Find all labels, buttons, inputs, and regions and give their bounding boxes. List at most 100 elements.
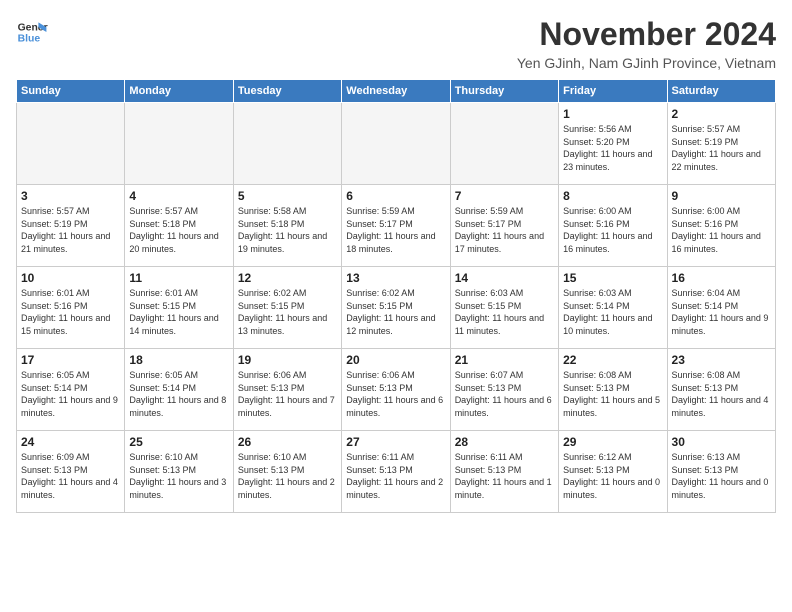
day-number: 30	[672, 435, 771, 449]
table-row: 18 Sunrise: 6:05 AM Sunset: 5:14 PM Dayli…	[125, 349, 233, 431]
day-info: Sunrise: 6:11 AM Sunset: 5:13 PM Dayligh…	[455, 451, 554, 501]
header-saturday: Saturday	[667, 80, 775, 103]
table-row	[450, 103, 558, 185]
table-row: 26Sunrise: 6:10 AM Sunset: 5:13 PM Dayli…	[233, 431, 341, 513]
header-wednesday: Wednesday	[342, 80, 450, 103]
day-info: Sunrise: 6:13 AM Sunset: 5:13 PM Dayligh…	[672, 451, 771, 501]
table-row: 30 Sunrise: 6:13 AM Sunset: 5:13 PM Dayli…	[667, 431, 775, 513]
table-row: 20 Sunrise: 6:06 AM Sunset: 5:13 PM Dayli…	[342, 349, 450, 431]
logo-icon: General Blue	[16, 16, 48, 48]
day-info: Sunrise: 6:08 AM Sunset: 5:13 PM Dayligh…	[563, 369, 662, 419]
table-row: 8Sunrise: 6:00 AM Sunset: 5:16 PM Daylig…	[559, 185, 667, 267]
table-row: 10 Sunrise: 6:01 AM Sunset: 5:16 PM Dayli…	[17, 267, 125, 349]
table-row: 25Sunrise: 6:10 AM Sunset: 5:13 PM Dayli…	[125, 431, 233, 513]
day-info: Sunrise: 6:03 AM Sunset: 5:15 PM Dayligh…	[455, 287, 554, 337]
day-number: 7	[455, 189, 554, 203]
day-number: 29	[563, 435, 662, 449]
header-friday: Friday	[559, 80, 667, 103]
table-row: 5 Sunrise: 5:58 AM Sunset: 5:18 PM Daylig…	[233, 185, 341, 267]
day-info: Sunrise: 5:59 AM Sunset: 5:17 PM Dayligh…	[455, 205, 554, 255]
day-info: Sunrise: 6:05 AM Sunset: 5:14 PM Dayligh…	[129, 369, 228, 419]
day-number: 28	[455, 435, 554, 449]
day-number: 5	[238, 189, 337, 203]
day-info: Sunrise: 6:07 AM Sunset: 5:13 PM Dayligh…	[455, 369, 554, 419]
day-number: 13	[346, 271, 445, 285]
day-number: 18	[129, 353, 228, 367]
day-info: Sunrise: 6:10 AM Sunset: 5:13 PM Dayligh…	[129, 451, 228, 501]
table-row: 7 Sunrise: 5:59 AM Sunset: 5:17 PM Daylig…	[450, 185, 558, 267]
day-info: Sunrise: 6:09 AM Sunset: 5:13 PM Dayligh…	[21, 451, 120, 501]
day-info: Sunrise: 6:02 AM Sunset: 5:15 PM Dayligh…	[238, 287, 337, 337]
day-info: Sunrise: 6:08 AM Sunset: 5:13 PM Dayligh…	[672, 369, 771, 419]
day-info: Sunrise: 6:01 AM Sunset: 5:15 PM Dayligh…	[129, 287, 228, 337]
table-row: 2 Sunrise: 5:57 AM Sunset: 5:19 PM Daylig…	[667, 103, 775, 185]
day-info: Sunrise: 6:11 AM Sunset: 5:13 PM Dayligh…	[346, 451, 445, 501]
page-header: General Blue November 2024 Yen GJinh, Na…	[16, 16, 776, 71]
svg-text:Blue: Blue	[18, 34, 41, 45]
day-number: 19	[238, 353, 337, 367]
table-row: 16Sunrise: 6:04 AM Sunset: 5:14 PM Dayli…	[667, 267, 775, 349]
day-info: Sunrise: 5:56 AM Sunset: 5:20 PM Dayligh…	[563, 123, 662, 173]
table-row	[233, 103, 341, 185]
day-number: 22	[563, 353, 662, 367]
day-number: 21	[455, 353, 554, 367]
week-row-5: 24Sunrise: 6:09 AM Sunset: 5:13 PM Dayli…	[17, 431, 776, 513]
day-info: Sunrise: 5:59 AM Sunset: 5:17 PM Dayligh…	[346, 205, 445, 255]
table-row: 13Sunrise: 6:02 AM Sunset: 5:15 PM Dayli…	[342, 267, 450, 349]
day-info: Sunrise: 5:57 AM Sunset: 5:19 PM Dayligh…	[21, 205, 120, 255]
day-info: Sunrise: 6:00 AM Sunset: 5:16 PM Dayligh…	[672, 205, 771, 255]
day-info: Sunrise: 6:06 AM Sunset: 5:13 PM Dayligh…	[346, 369, 445, 419]
day-number: 16	[672, 271, 771, 285]
day-info: Sunrise: 6:06 AM Sunset: 5:13 PM Dayligh…	[238, 369, 337, 419]
day-number: 27	[346, 435, 445, 449]
table-row: 23 Sunrise: 6:08 AM Sunset: 5:13 PM Dayli…	[667, 349, 775, 431]
table-row	[342, 103, 450, 185]
title-block: November 2024 Yen GJinh, Nam GJinh Provi…	[517, 16, 776, 71]
day-number: 3	[21, 189, 120, 203]
header-thursday: Thursday	[450, 80, 558, 103]
day-number: 20	[346, 353, 445, 367]
logo: General Blue	[16, 16, 48, 48]
table-row: 4 Sunrise: 5:57 AM Sunset: 5:18 PM Daylig…	[125, 185, 233, 267]
table-row: 12 Sunrise: 6:02 AM Sunset: 5:15 PM Dayli…	[233, 267, 341, 349]
weekday-header-row: Sunday Monday Tuesday Wednesday Thursday…	[17, 80, 776, 103]
day-number: 8	[563, 189, 662, 203]
table-row: 27 Sunrise: 6:11 AM Sunset: 5:13 PM Dayli…	[342, 431, 450, 513]
table-row: 22 Sunrise: 6:08 AM Sunset: 5:13 PM Dayli…	[559, 349, 667, 431]
day-info: Sunrise: 6:12 AM Sunset: 5:13 PM Dayligh…	[563, 451, 662, 501]
day-number: 12	[238, 271, 337, 285]
day-info: Sunrise: 6:03 AM Sunset: 5:14 PM Dayligh…	[563, 287, 662, 337]
day-info: Sunrise: 5:57 AM Sunset: 5:19 PM Dayligh…	[672, 123, 771, 173]
table-row: 28 Sunrise: 6:11 AM Sunset: 5:13 PM Dayli…	[450, 431, 558, 513]
day-number: 6	[346, 189, 445, 203]
day-info: Sunrise: 5:58 AM Sunset: 5:18 PM Dayligh…	[238, 205, 337, 255]
location-subtitle: Yen GJinh, Nam GJinh Province, Vietnam	[517, 55, 776, 71]
table-row: 29 Sunrise: 6:12 AM Sunset: 5:13 PM Dayli…	[559, 431, 667, 513]
day-info: Sunrise: 6:10 AM Sunset: 5:13 PM Dayligh…	[238, 451, 337, 501]
table-row	[125, 103, 233, 185]
day-number: 4	[129, 189, 228, 203]
week-row-2: 3 Sunrise: 5:57 AM Sunset: 5:19 PM Daylig…	[17, 185, 776, 267]
table-row: 24Sunrise: 6:09 AM Sunset: 5:13 PM Dayli…	[17, 431, 125, 513]
table-row	[17, 103, 125, 185]
calendar-table: Sunday Monday Tuesday Wednesday Thursday…	[16, 79, 776, 513]
day-number: 15	[563, 271, 662, 285]
header-tuesday: Tuesday	[233, 80, 341, 103]
week-row-4: 17Sunrise: 6:05 AM Sunset: 5:14 PM Dayli…	[17, 349, 776, 431]
week-row-1: 1Sunrise: 5:56 AM Sunset: 5:20 PM Daylig…	[17, 103, 776, 185]
header-sunday: Sunday	[17, 80, 125, 103]
day-number: 23	[672, 353, 771, 367]
table-row: 1Sunrise: 5:56 AM Sunset: 5:20 PM Daylig…	[559, 103, 667, 185]
table-row: 19 Sunrise: 6:06 AM Sunset: 5:13 PM Dayli…	[233, 349, 341, 431]
table-row: 15 Sunrise: 6:03 AM Sunset: 5:14 PM Dayli…	[559, 267, 667, 349]
day-number: 11	[129, 271, 228, 285]
table-row: 21 Sunrise: 6:07 AM Sunset: 5:13 PM Dayli…	[450, 349, 558, 431]
day-info: Sunrise: 6:05 AM Sunset: 5:14 PM Dayligh…	[21, 369, 120, 419]
day-number: 10	[21, 271, 120, 285]
table-row: 3 Sunrise: 5:57 AM Sunset: 5:19 PM Daylig…	[17, 185, 125, 267]
day-number: 2	[672, 107, 771, 121]
day-info: Sunrise: 6:01 AM Sunset: 5:16 PM Dayligh…	[21, 287, 120, 337]
table-row: 9Sunrise: 6:00 AM Sunset: 5:16 PM Daylig…	[667, 185, 775, 267]
day-info: Sunrise: 5:57 AM Sunset: 5:18 PM Dayligh…	[129, 205, 228, 255]
week-row-3: 10 Sunrise: 6:01 AM Sunset: 5:16 PM Dayli…	[17, 267, 776, 349]
